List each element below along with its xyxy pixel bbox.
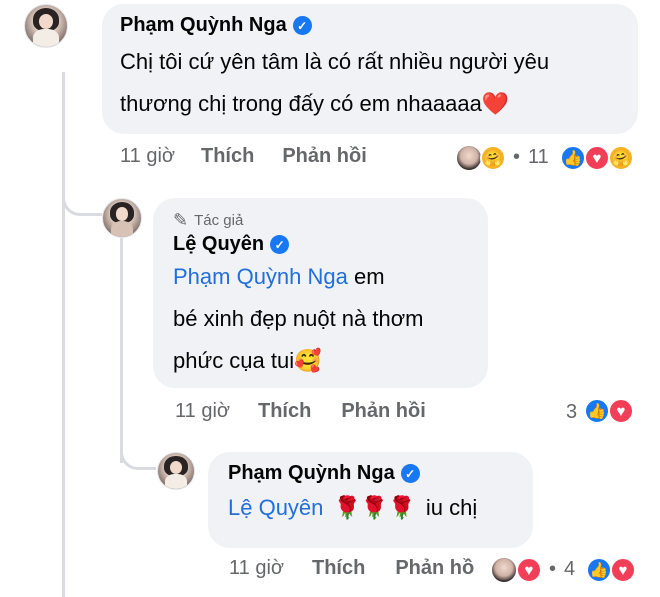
reactor-avatar [490,556,518,584]
comment-meta: 11 giờ Thích Phản hồi [175,400,426,423]
mention-link[interactable]: Phạm Quỳnh Nga [173,264,348,289]
verified-icon: ✓ [270,235,290,254]
comment-time[interactable]: 11 giờ [229,557,284,580]
comment-text: Lệ Quyên 🌹🌹🌹 iu chị [228,495,478,520]
comment-time[interactable]: 11 giờ [175,400,230,423]
love-react-icon: ♥ [516,557,542,583]
reactor-avatar [455,144,483,172]
like-link[interactable]: Thích [312,557,365,580]
thread-line-main [62,72,65,597]
reaction-count[interactable]: 4 [564,558,575,581]
pencil-icon: ✎ [173,210,189,230]
avatar[interactable] [157,452,195,490]
reply-link[interactable]: Phản hồ [395,557,474,580]
rose-emojis: 🌹🌹🌹 [333,495,416,520]
mention-link[interactable]: Lệ Quyên [228,495,323,520]
care-react-icon: 🤗 [608,145,634,171]
reaction-dot: • [513,146,521,168]
like-link[interactable]: Thích [258,400,311,423]
author-tag: ✎ Tác giả [173,210,244,230]
like-react-icon: 👍 [584,398,610,424]
comment-meta: 11 giờ Thích Phản hồ [229,557,474,580]
like-link[interactable]: Thích [201,145,254,168]
thread-line-curve-1 [62,170,102,216]
verified-icon: ✓ [292,16,312,35]
reaction-dot: • [549,558,557,580]
avatar[interactable] [102,198,142,238]
love-react-icon: ♥ [584,145,610,171]
avatar-image [24,4,68,48]
comment-text: Chị tôi cứ yên tâm là có rất nhiều người… [120,49,550,116]
comment-text: Phạm Quỳnh Nga em bé xinh đẹp nuột nà th… [173,264,424,373]
avatar[interactable] [24,4,68,68]
comment-bubble: ✎ Tác giả Lệ Quyên ✓ Phạm Quỳnh Nga em b… [153,198,488,388]
heart-emoji: ❤️ [481,91,510,116]
comment-author[interactable]: Phạm Quỳnh Nga ✓ [228,462,513,485]
comment-author[interactable]: Phạm Quỳnh Nga ✓ [120,14,620,37]
like-react-icon: 👍 [560,145,586,171]
comment-bubble: Phạm Quỳnh Nga ✓ Lệ Quyên 🌹🌹🌹 iu chị [208,452,533,548]
verified-icon: ✓ [400,464,420,483]
reaction-count[interactable]: 3 [566,401,577,424]
like-react-icon: 👍 [586,557,612,583]
reply-link[interactable]: Phản hồi [341,400,425,423]
comment-bubble: Phạm Quỳnh Nga ✓ Chị tôi cứ yên tâm là c… [102,4,638,134]
smiling-hearts-emoji: 🥰 [294,348,322,373]
love-react-icon: ♥ [608,398,634,424]
comment-meta: 11 giờ Thích Phản hồi [120,145,367,168]
care-react-icon: 🤗 [480,145,506,171]
reply-link[interactable]: Phản hồi [282,145,366,168]
comment-time[interactable]: 11 giờ [120,145,175,168]
thread-line-curve-2 [120,420,156,470]
reaction-count[interactable]: 11 [528,146,549,169]
love-react-icon: ♥ [610,557,636,583]
comment-author[interactable]: Lệ Quyên ✓ [173,233,468,256]
